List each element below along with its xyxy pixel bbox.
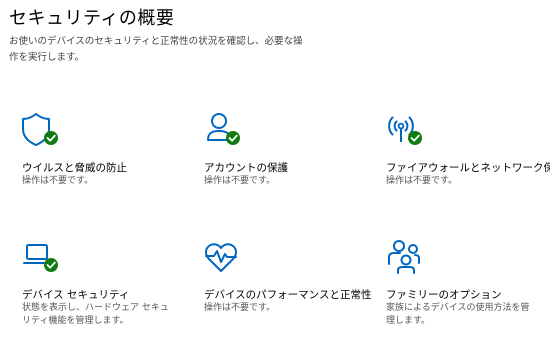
person-icon [204,112,240,148]
tile-device-performance-health[interactable]: デバイスのパフォーマンスと正常性 操作は不要です。 [204,239,374,339]
laptop-icon [22,239,58,275]
tile-title: デバイスのパフォーマンスと正常性 [204,289,372,301]
family-icon [386,239,422,275]
heart-pulse-icon [204,239,240,275]
tile-title: デバイス セキュリティ [22,289,130,301]
wireless-antenna-icon [386,112,422,148]
tile-status: 状態を表示し、ハードウェア セキュリティ機能を管理します。 [22,303,169,326]
tile-status: 操作は不要です。 [204,176,276,186]
tile-status: 操作は不要です。 [204,303,276,313]
tile-family-options[interactable]: ファミリーのオプション 家族によるデバイスの使用方法を管理します。 [386,239,550,339]
tile-device-security[interactable]: デバイス セキュリティ 状態を表示し、ハードウェア セキュリティ機能を管理します… [22,239,192,339]
tile-account-protection[interactable]: アカウントの保護 操作は不要です。 [204,112,374,212]
shield-icon [22,112,58,148]
tile-virus-threat-protection[interactable]: ウイルスと脅威の防止 操作は不要です。 [22,112,192,212]
tile-title: ウイルスと脅威の防止 [22,162,127,174]
tile-status: 操作は不要です。 [386,176,458,186]
tile-status: 家族によるデバイスの使用方法を管理します。 [386,303,530,326]
tile-title: ファミリーのオプション [386,289,502,301]
page-description: お使いのデバイスのセキュリティと正常性の状況を確認し、必要な操作を実行します。 [9,36,303,63]
page-title: セキュリティの概要 [9,8,175,29]
tile-title: ファイアウォールとネットワーク保護 [386,162,550,174]
tile-status: 操作は不要です。 [22,176,94,186]
tile-title: アカウントの保護 [204,162,288,174]
tile-firewall-network-protection[interactable]: ファイアウォールとネットワーク保護 操作は不要です。 [386,112,550,212]
